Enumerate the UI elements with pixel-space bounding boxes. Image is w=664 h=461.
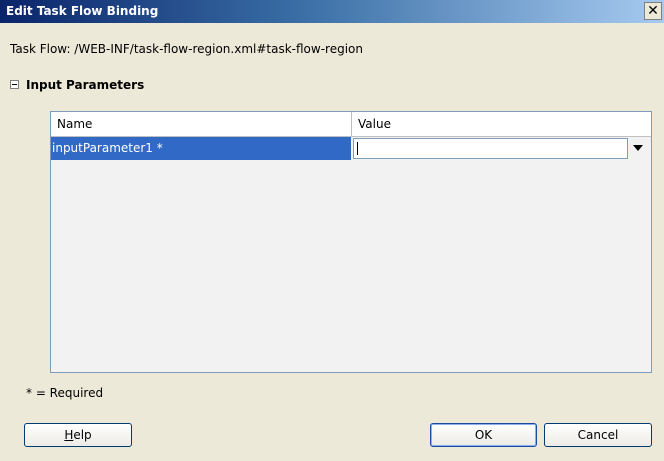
parameters-table: Name Value inputParameter1 * — [50, 111, 652, 373]
help-mnemonic: H — [64, 428, 74, 442]
table-row[interactable]: inputParameter1 * — [51, 137, 651, 160]
table-header: Name Value — [51, 112, 651, 137]
task-flow-label: Task Flow: /WEB-INF/task-flow-region.xml… — [10, 42, 363, 56]
ok-button[interactable]: OK — [430, 423, 537, 447]
input-parameters-section[interactable]: Input Parameters — [10, 78, 145, 94]
chevron-down-icon[interactable] — [633, 145, 643, 151]
parameter-name-cell[interactable]: inputParameter1 * — [51, 137, 351, 160]
dialog-title-bar: Edit Task Flow Binding ✕ — [0, 0, 664, 23]
column-divider[interactable] — [351, 112, 352, 136]
dialog-title: Edit Task Flow Binding — [6, 4, 159, 18]
cancel-button[interactable]: Cancel — [544, 423, 652, 447]
required-note: * = Required — [26, 386, 104, 400]
parameter-value-input[interactable] — [353, 138, 628, 159]
help-button[interactable]: Help — [24, 423, 132, 447]
close-icon: ✕ — [647, 3, 659, 19]
text-caret — [357, 142, 358, 155]
section-title: Input Parameters — [26, 78, 145, 92]
help-label-rest: elp — [73, 428, 92, 442]
column-header-name[interactable]: Name — [57, 112, 92, 136]
column-header-value[interactable]: Value — [358, 112, 391, 136]
close-button[interactable]: ✕ — [644, 2, 662, 20]
collapse-icon[interactable] — [10, 80, 19, 89]
